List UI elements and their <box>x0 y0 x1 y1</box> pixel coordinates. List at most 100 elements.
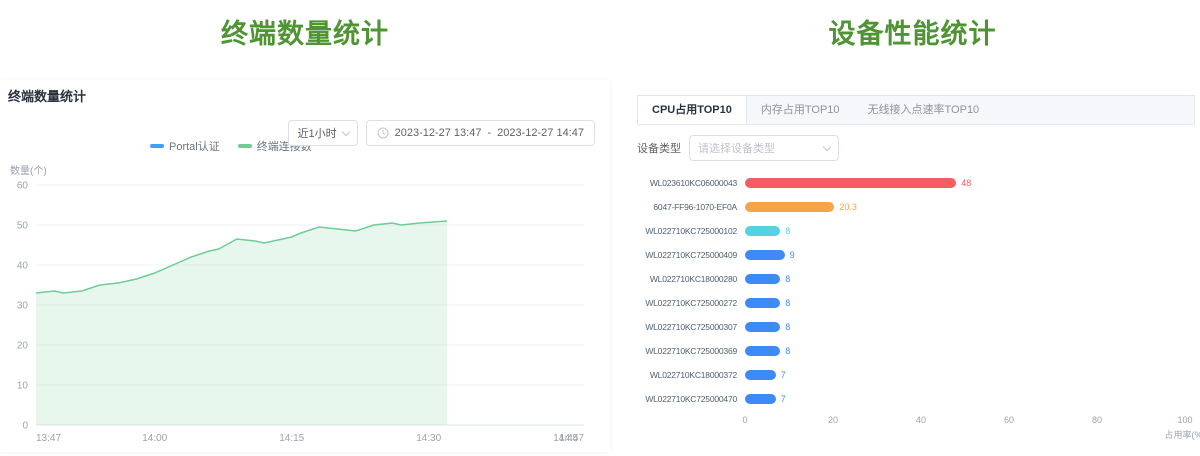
date-end: 2023-12-27 14:47 <box>497 127 584 139</box>
terminal-line-chart: 010203040506013:4714:0014:1514:3014:4514… <box>6 176 600 448</box>
bar-value: 8 <box>785 226 790 236</box>
bar-value: 8 <box>785 298 790 308</box>
device-type-label: 设备类型 <box>637 140 681 156</box>
bar-row: WL022710KC725000272 8 <box>637 291 1200 315</box>
clock-icon <box>377 127 389 139</box>
usage-bar <box>745 394 776 404</box>
date-separator: - <box>487 127 491 139</box>
tab-memory-top10[interactable]: 内存占用TOP10 <box>747 96 854 124</box>
svg-text:14:30: 14:30 <box>416 433 441 444</box>
usage-bar <box>745 346 780 356</box>
x-axis-label: 占用率(%) <box>1165 428 1200 441</box>
time-range-select[interactable]: 近1小时 <box>288 120 357 146</box>
bar-row: WL022710KC18000280 8 <box>637 267 1200 291</box>
device-performance-panel: CPU占用TOP10 内存占用TOP10 无线接入点速率TOP10 设备类型 请… <box>625 80 1200 452</box>
area-chart-svg: 010203040506013:4714:0014:1514:3014:4514… <box>6 176 600 448</box>
bar-value: 48 <box>961 178 971 188</box>
chart-legend: Portal认证 终端连接数 <box>150 138 312 154</box>
usage-bar <box>745 250 785 260</box>
svg-text:0: 0 <box>22 421 28 432</box>
y-axis-label: 数量(个) <box>10 162 47 177</box>
cpu-usage-bar-chart: WL023610KC06000043 48 6047-FF96-1070-EF0A 2… <box>637 171 1200 411</box>
chevron-down-icon <box>341 127 349 135</box>
bar-value: 8 <box>785 322 790 332</box>
device-name: WL022710KC725000272 <box>637 298 737 308</box>
device-type-select[interactable]: 请选择设备类型 <box>689 135 839 161</box>
bar-track: 48 <box>745 178 1200 188</box>
device-name: WL023610KC06000043 <box>637 178 737 188</box>
x-tick: 80 <box>1092 415 1102 425</box>
section-title-terminal: 终端数量统计 <box>0 12 610 51</box>
usage-bar <box>745 178 956 188</box>
legend-marker-portal <box>150 144 164 148</box>
date-range-picker[interactable]: 2023-12-27 13:47 - 2023-12-27 14:47 <box>366 120 595 146</box>
usage-bar <box>745 202 834 212</box>
bar-value: 7 <box>781 394 786 404</box>
svg-text:14:15: 14:15 <box>279 433 304 444</box>
bar-row: WL022710KC725000470 7 <box>637 387 1200 411</box>
device-name: 6047-FF96-1070-EF0A <box>637 202 737 212</box>
bar-track: 8 <box>745 298 1200 308</box>
bar-track: 8 <box>745 346 1200 356</box>
bar-track: 8 <box>745 274 1200 284</box>
date-start: 2023-12-27 13:47 <box>395 127 482 139</box>
panel-header: 终端数量统计 <box>8 86 86 105</box>
tab-ap-rate-top10[interactable]: 无线接入点速率TOP10 <box>854 96 994 124</box>
terminal-count-panel: 终端数量统计 Portal认证 终端连接数 近1小时 2023-12-27 13… <box>0 80 610 452</box>
performance-tabs: CPU占用TOP10 内存占用TOP10 无线接入点速率TOP10 <box>637 95 1195 125</box>
chevron-down-icon <box>823 142 831 150</box>
x-tick: 100 <box>1177 415 1192 425</box>
time-filter-controls: 近1小时 2023-12-27 13:47 - 2023-12-27 14:47 <box>288 120 595 146</box>
bar-value: 7 <box>781 370 786 380</box>
device-name: WL022710KC725000369 <box>637 346 737 356</box>
svg-text:14:00: 14:00 <box>142 433 167 444</box>
bar-value: 20.3 <box>839 202 857 212</box>
bar-row: WL022710KC725000409 9 <box>637 243 1200 267</box>
usage-bar <box>745 370 776 380</box>
device-name: WL022710KC725000470 <box>637 394 737 404</box>
bar-row: 6047-FF96-1070-EF0A 20.3 <box>637 195 1200 219</box>
svg-text:30: 30 <box>17 301 29 312</box>
bar-row: WL022710KC7250001028 <box>637 219 1200 243</box>
x-tick: 0 <box>742 415 747 425</box>
bar-chart-x-axis: 占用率(%) 0 20 40 60 80 100 <box>745 415 1200 445</box>
svg-text:40: 40 <box>17 261 29 272</box>
device-type-filter: 设备类型 请选择设备类型 <box>637 135 1200 161</box>
legend-item-portal[interactable]: Portal认证 <box>150 138 220 154</box>
svg-text:50: 50 <box>17 221 29 232</box>
bar-track: 8 <box>745 226 1200 236</box>
svg-text:20: 20 <box>17 341 29 352</box>
bar-track: 8 <box>745 322 1200 332</box>
device-type-placeholder: 请选择设备类型 <box>698 140 775 156</box>
usage-bar <box>745 298 780 308</box>
bar-track: 20.3 <box>745 202 1200 212</box>
bar-track: 7 <box>745 394 1200 404</box>
device-name: WL022710KC18000280 <box>637 274 737 284</box>
device-name: WL022710KC18000372 <box>637 370 737 380</box>
tab-cpu-top10[interactable]: CPU占用TOP10 <box>638 96 747 124</box>
usage-bar <box>745 226 780 236</box>
bar-row: WL023610KC06000043 48 <box>637 171 1200 195</box>
x-tick: 40 <box>916 415 926 425</box>
bar-row: WL022710KC725000307 8 <box>637 315 1200 339</box>
bar-value: 8 <box>785 274 790 284</box>
section-title-performance: 设备性能统计 <box>625 12 1200 51</box>
usage-bar <box>745 274 780 284</box>
svg-text:13:47: 13:47 <box>36 433 61 444</box>
bar-track: 7 <box>745 370 1200 380</box>
svg-text:60: 60 <box>17 181 29 192</box>
svg-text:10: 10 <box>17 381 29 392</box>
bar-value: 9 <box>790 250 795 260</box>
x-tick: 20 <box>828 415 838 425</box>
x-tick: 60 <box>1004 415 1014 425</box>
legend-label: Portal认证 <box>169 138 220 154</box>
svg-text:14:47: 14:47 <box>559 433 584 444</box>
bar-row: WL022710KC725000369 8 <box>637 339 1200 363</box>
time-range-value: 近1小时 <box>297 125 336 141</box>
legend-marker-connections <box>238 144 252 148</box>
usage-bar <box>745 322 780 332</box>
bar-row: WL022710KC18000372 7 <box>637 363 1200 387</box>
device-name: WL022710KC725000307 <box>637 322 737 332</box>
device-name: WL022710KC725000409 <box>637 250 737 260</box>
bar-value: 8 <box>785 346 790 356</box>
